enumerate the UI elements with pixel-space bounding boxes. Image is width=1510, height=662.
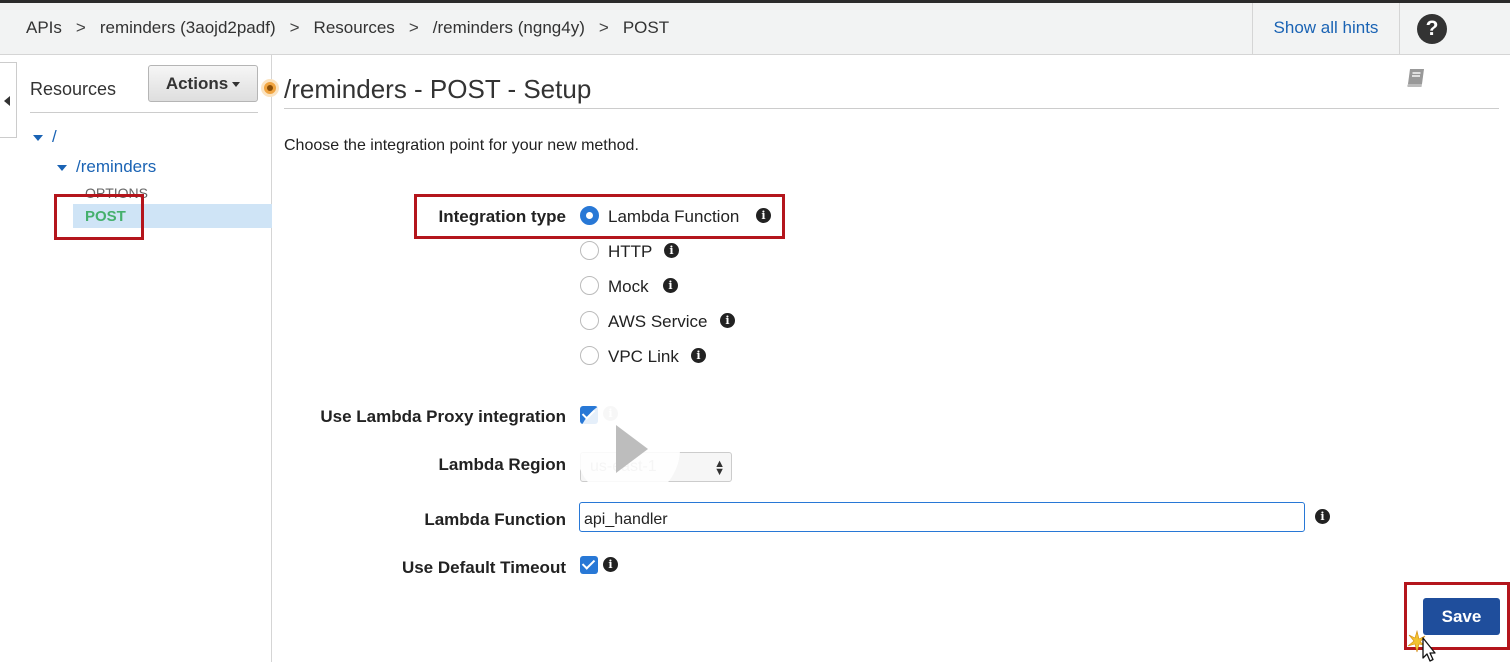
question-circle-icon: ? xyxy=(1417,14,1447,44)
option-vpc-link-label: VPC Link xyxy=(608,347,679,366)
radio-aws-service[interactable] xyxy=(580,311,599,330)
breadcrumb-api[interactable]: reminders (3aojd2padf) xyxy=(100,18,276,37)
show-all-hints-link[interactable]: Show all hints xyxy=(1252,3,1399,55)
info-icon[interactable]: i xyxy=(664,243,679,258)
breadcrumb: APIs > reminders (3aojd2padf) > Resources > /r… xyxy=(26,18,669,38)
info-icon[interactable]: i xyxy=(691,348,706,363)
default-timeout-checkbox[interactable] xyxy=(580,556,598,574)
option-aws-service-label: AWS Service xyxy=(608,312,708,331)
actions-label: Actions xyxy=(165,74,229,93)
caret-down-icon xyxy=(57,164,67,171)
mouse-cursor-icon xyxy=(1407,629,1436,662)
caret-left-icon xyxy=(4,96,10,106)
highlight-post-method xyxy=(54,194,144,240)
breadcrumb-resource[interactable]: /reminders (ngng4y) xyxy=(433,18,585,37)
info-icon[interactable]: i xyxy=(663,278,678,293)
collapse-sidebar-button[interactable] xyxy=(0,62,17,138)
lambda-region-label: Lambda Region xyxy=(438,455,566,474)
radio-vpc-link[interactable] xyxy=(580,346,599,365)
breadcrumb-resources[interactable]: Resources xyxy=(314,18,395,37)
breadcrumb-separator: > xyxy=(598,18,609,37)
tree-item-label: /reminders xyxy=(76,157,157,176)
caret-down-icon xyxy=(33,134,43,141)
breadcrumb-separator: > xyxy=(75,18,86,37)
highlight-integration-type xyxy=(414,194,785,239)
info-icon[interactable]: i xyxy=(720,313,735,328)
resources-panel: Resources Actions / /reminders OPTIONS P… xyxy=(17,55,272,662)
option-http-label: HTTP xyxy=(608,242,653,261)
lambda-proxy-label: Use Lambda Proxy integration xyxy=(320,407,566,426)
intro-text: Choose the integration point for your ne… xyxy=(284,137,639,154)
caret-down-icon xyxy=(232,82,241,88)
lambda-function-input[interactable] xyxy=(579,502,1305,532)
breadcrumb-method: POST xyxy=(622,18,670,37)
tree-item-reminders[interactable]: /reminders xyxy=(57,157,156,177)
status-dot-icon xyxy=(261,79,279,97)
tree-item-label: / xyxy=(52,127,57,146)
default-timeout-label: Use Default Timeout xyxy=(401,558,566,577)
actions-button[interactable]: Actions xyxy=(148,65,258,102)
select-arrows-icon: ▲ ▼ xyxy=(714,458,725,478)
radio-mock[interactable] xyxy=(580,276,599,295)
radio-http[interactable] xyxy=(580,241,599,260)
breadcrumb-separator: > xyxy=(408,18,419,37)
info-icon[interactable]: i xyxy=(603,557,618,572)
lambda-function-label: Lambda Function xyxy=(424,510,566,529)
breadcrumb-bar: APIs > reminders (3aojd2padf) > Resources > /r… xyxy=(0,0,1510,55)
page-title: /reminders - POST - Setup xyxy=(284,74,592,104)
option-mock-label: Mock xyxy=(608,277,649,296)
breadcrumb-separator: > xyxy=(289,18,300,37)
resources-title: Resources xyxy=(30,79,117,99)
help-button[interactable]: ? xyxy=(1399,3,1510,55)
book-icon[interactable] xyxy=(1405,67,1427,89)
play-video-button[interactable] xyxy=(576,397,680,501)
divider xyxy=(30,112,258,113)
info-icon[interactable]: i xyxy=(1315,509,1330,524)
breadcrumb-apis[interactable]: APIs xyxy=(26,18,62,37)
divider xyxy=(284,108,1499,109)
tree-item-root[interactable]: / xyxy=(33,127,57,147)
